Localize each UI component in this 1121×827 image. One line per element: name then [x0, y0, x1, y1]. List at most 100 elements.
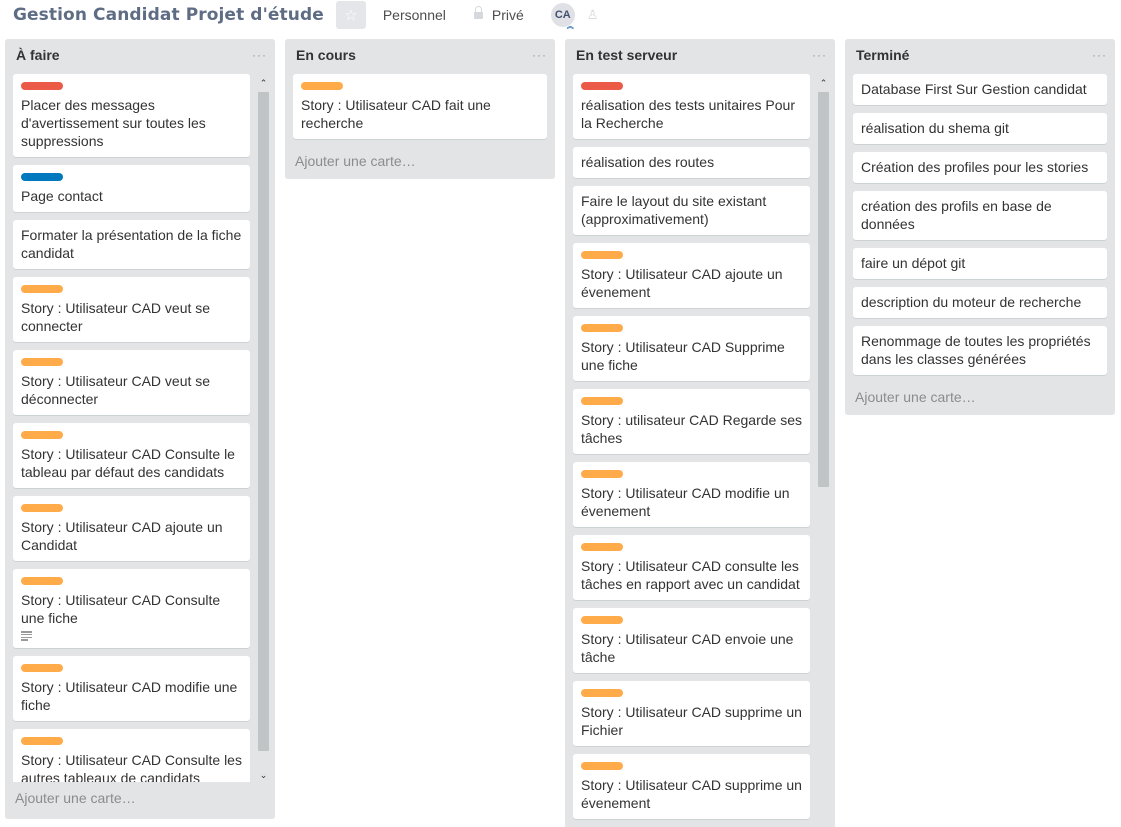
card-label-red — [21, 82, 63, 90]
list-header: Terminé ··· — [845, 39, 1115, 71]
card-label-orange — [21, 431, 63, 439]
card[interactable]: Story : Utilisateur CAD ajoute un Candid… — [13, 496, 250, 561]
admin-chevron-icon: ︽ — [566, 23, 574, 30]
card-label-red — [581, 82, 623, 90]
card-label-orange — [581, 616, 623, 624]
card[interactable]: Story : Utilisateur CAD veut se déconnec… — [13, 350, 250, 415]
lock-icon — [473, 6, 483, 20]
vertical-scrollbar[interactable]: ⌃ — [817, 74, 830, 827]
card[interactable]: Story : Utilisateur CAD supprime un Fich… — [573, 681, 810, 746]
card-title: Story : Utilisateur CAD modifie une fich… — [21, 679, 238, 713]
card[interactable]: Story : Utilisateur CAD ajoute un évenem… — [573, 243, 810, 308]
scroll-up-icon[interactable]: ⌃ — [257, 76, 270, 90]
card[interactable]: Renommage de toutes les propriétés dans … — [853, 326, 1107, 375]
card[interactable]: création des profils en base de données — [853, 191, 1107, 240]
cards-container: Story : Utilisateur CAD fait une recherc… — [285, 71, 555, 147]
card[interactable]: Story : Utilisateur CAD supprime un éven… — [573, 754, 810, 819]
card-title: Story : utilisateur CAD Regarde ses tâch… — [581, 412, 802, 446]
card[interactable]: Story : Utilisateur CAD veut se connecte… — [13, 277, 250, 342]
card[interactable]: Story : utilisateur CAD Regarde ses tâch… — [573, 389, 810, 454]
card-title: Story : Utilisateur CAD supprime un éven… — [581, 777, 802, 811]
list-en-test-serveur: En test serveur ··· réalisation des test… — [565, 39, 835, 827]
card[interactable]: Formater la présentation de la fiche can… — [13, 220, 250, 269]
list-menu-icon[interactable]: ··· — [1092, 49, 1107, 61]
board-title[interactable]: Gestion Candidat Projet d'étude — [13, 5, 324, 25]
card[interactable]: réalisation du shema git — [853, 113, 1107, 144]
card-label-orange — [581, 762, 623, 770]
avatar[interactable]: CA ︽ — [550, 3, 575, 30]
card-label-orange — [581, 689, 623, 697]
card-title: Création des profiles pour les stories — [861, 159, 1089, 175]
list-title[interactable]: En cours — [296, 47, 356, 63]
card-title: Story : Utilisateur CAD Consulte les aut… — [21, 752, 242, 782]
card[interactable]: Story : Utilisateur CAD Supprime une fic… — [573, 316, 810, 381]
team-button[interactable]: Personnel — [383, 7, 446, 23]
list-en-cours: En cours ··· Story : Utilisateur CAD fai… — [285, 39, 555, 179]
card-title: Story : Utilisateur CAD supprime un Fich… — [581, 704, 802, 738]
add-card-button[interactable]: Ajouter une carte… — [845, 383, 1115, 415]
card[interactable]: Database First Sur Gestion candidat — [853, 74, 1107, 105]
card[interactable]: Placer des messages d'avertissement sur … — [13, 74, 250, 157]
card-title: Story : Utilisateur CAD modifie un évene… — [581, 485, 790, 519]
board-header: Gestion Candidat Projet d'étude ☆ Person… — [0, 0, 1121, 30]
add-card-button[interactable]: Ajouter une carte… — [5, 782, 275, 816]
card[interactable]: Story : Utilisateur CAD envoie une tâche — [573, 608, 810, 673]
card[interactable]: Story : Utilisateur CAD Consulte une fic… — [13, 569, 250, 648]
card-title: Story : Utilisateur CAD fait une recherc… — [301, 97, 491, 131]
list-title[interactable]: Terminé — [856, 47, 909, 63]
card[interactable]: réalisation des routes — [573, 147, 810, 178]
card-title: Story : Utilisateur CAD Consulte une fic… — [21, 592, 221, 626]
list-header: En cours ··· — [285, 39, 555, 71]
card-label-orange — [21, 504, 63, 512]
list-menu-icon[interactable]: ··· — [252, 49, 267, 61]
card-title: faire un dépot git — [861, 255, 966, 271]
list-title[interactable]: En test serveur — [576, 47, 677, 63]
card[interactable]: Story : Utilisateur CAD modifie un évene… — [573, 462, 810, 527]
card-label-orange — [21, 737, 63, 745]
card[interactable]: Story : Utilisateur CAD modifie une fich… — [13, 656, 250, 721]
list-a-faire: À faire ··· Placer des messages d'averti… — [5, 39, 275, 819]
avatar-initials: CA — [554, 9, 571, 21]
card-title: Faire le layout du site existant (approx… — [581, 193, 767, 227]
list-title[interactable]: À faire — [16, 47, 60, 63]
list-menu-icon[interactable]: ··· — [532, 49, 547, 61]
card[interactable]: faire un dépot git — [853, 248, 1107, 279]
card-title: Placer des messages d'avertissement sur … — [21, 97, 206, 149]
scroll-thumb[interactable] — [818, 92, 829, 487]
scroll-up-icon[interactable]: ⌃ — [817, 76, 830, 90]
card[interactable]: Page contact — [13, 165, 250, 212]
card-title: Renommage de toutes les propriétés dans … — [861, 333, 1091, 367]
list-termine: Terminé ··· Database First Sur Gestion c… — [845, 39, 1115, 415]
card-title: création des profils en base de données — [861, 198, 1052, 232]
card-label-orange — [21, 285, 63, 293]
card[interactable]: Création des profiles pour les stories — [853, 152, 1107, 183]
card[interactable]: Story : Utilisateur CAD Consulte les aut… — [13, 729, 250, 782]
card-title: réalisation du shema git — [861, 120, 1009, 136]
card[interactable]: Story : Utilisateur CAD consulte les tâc… — [573, 535, 810, 600]
card-title: Story : Utilisateur CAD ajoute un évenem… — [581, 266, 783, 300]
card-title: Story : Utilisateur CAD veut se connecte… — [21, 300, 211, 334]
list-menu-icon[interactable]: ··· — [812, 49, 827, 61]
card-title: réalisation des routes — [581, 154, 715, 170]
card-label-orange — [21, 577, 63, 585]
add-card-button[interactable]: Ajouter une carte… — [285, 147, 555, 179]
scroll-thumb[interactable] — [258, 92, 269, 751]
privacy-label: Privé — [491, 7, 524, 23]
card[interactable]: Faire le layout du site existant (approx… — [573, 186, 810, 235]
cards-container: Placer des messages d'avertissement sur … — [5, 71, 275, 782]
card-label-orange — [21, 358, 63, 366]
card-label-blue — [21, 173, 63, 181]
card[interactable]: Story : Utilisateur CAD fait une recherc… — [293, 74, 547, 139]
card[interactable]: description du moteur de recherche — [853, 287, 1107, 318]
vertical-scrollbar[interactable]: ⌃ ⌄ — [257, 74, 270, 782]
star-button[interactable]: ☆ — [335, 1, 366, 29]
card-title: Story : Utilisateur CAD Consulte le tabl… — [21, 446, 235, 480]
list-header: En test serveur ··· — [565, 39, 835, 71]
card[interactable]: Story : Utilisateur CAD Consulte le tabl… — [13, 423, 250, 488]
add-member-icon[interactable]: ♙ — [587, 7, 599, 23]
privacy-button[interactable]: Privé — [473, 6, 524, 23]
card-title: description du moteur de recherche — [861, 294, 1082, 310]
card[interactable]: réalisation des tests unitaires Pour la … — [573, 74, 810, 139]
card-label-orange — [581, 543, 623, 551]
scroll-down-icon[interactable]: ⌄ — [257, 768, 270, 782]
